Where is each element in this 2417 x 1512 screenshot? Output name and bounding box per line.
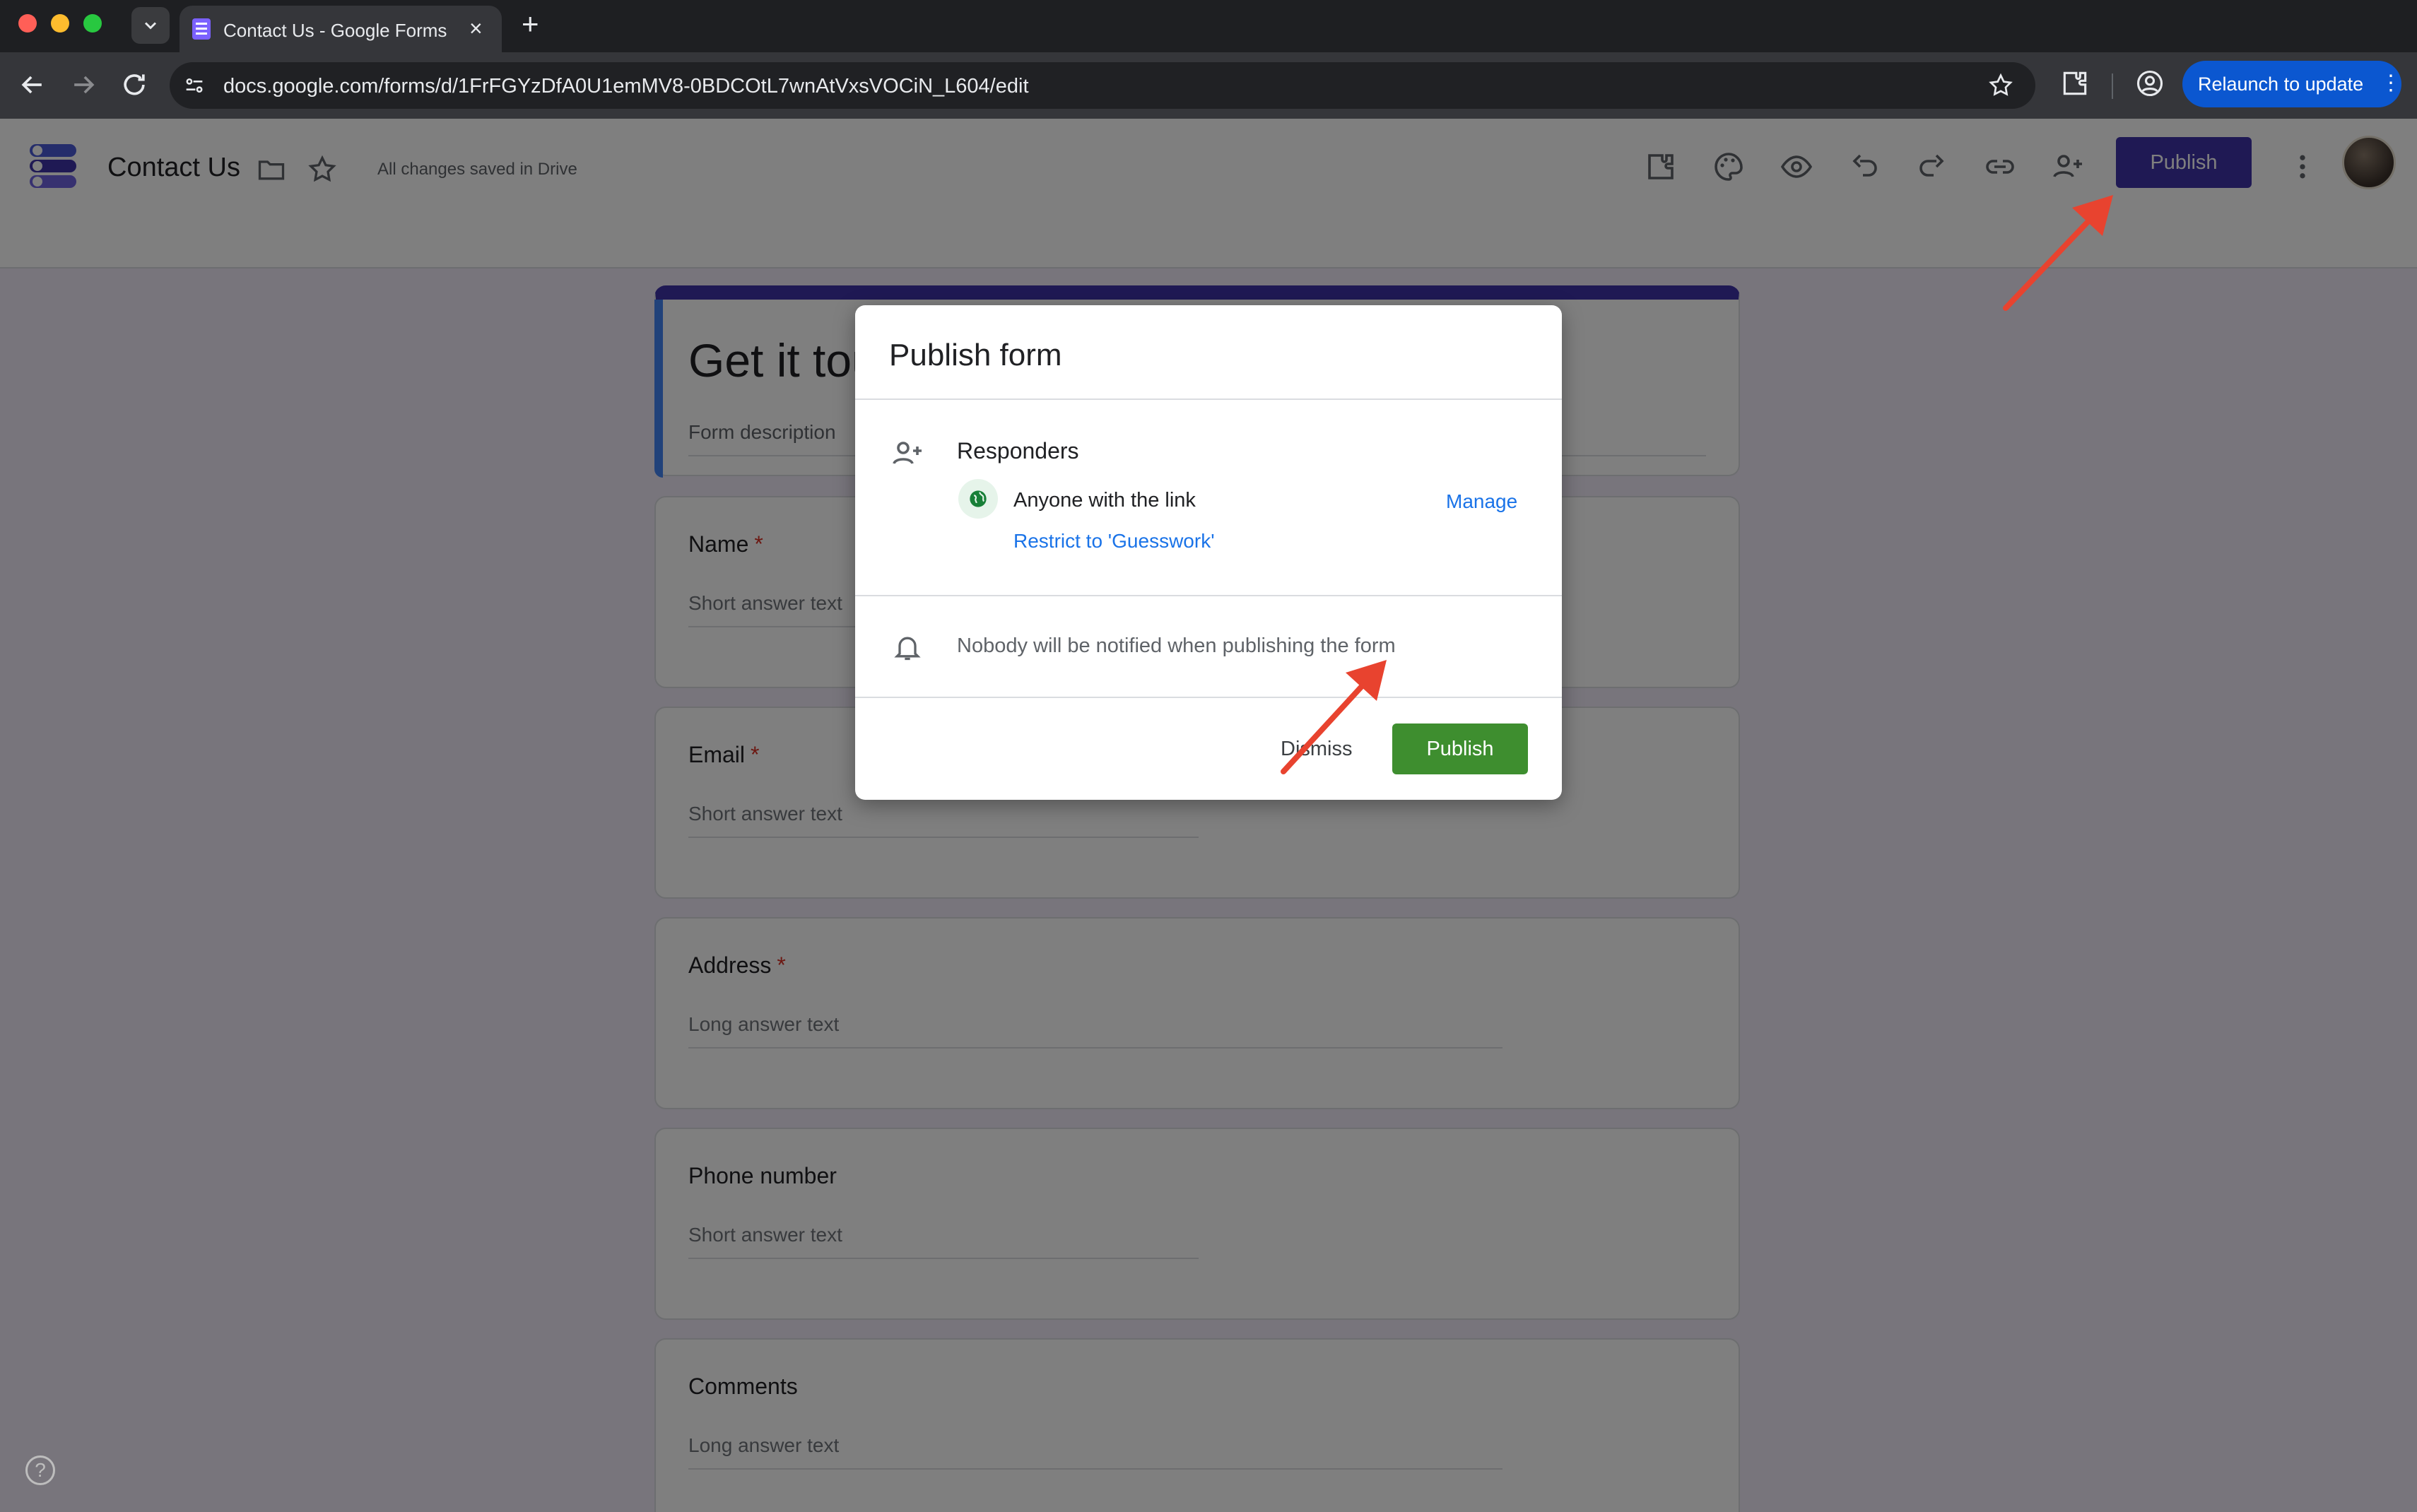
annotation-arrows <box>1281 195 2113 774</box>
arrow-to-header-publish-icon <box>2003 195 2113 311</box>
arrow-to-dialog-publish-icon <box>1281 660 1387 774</box>
